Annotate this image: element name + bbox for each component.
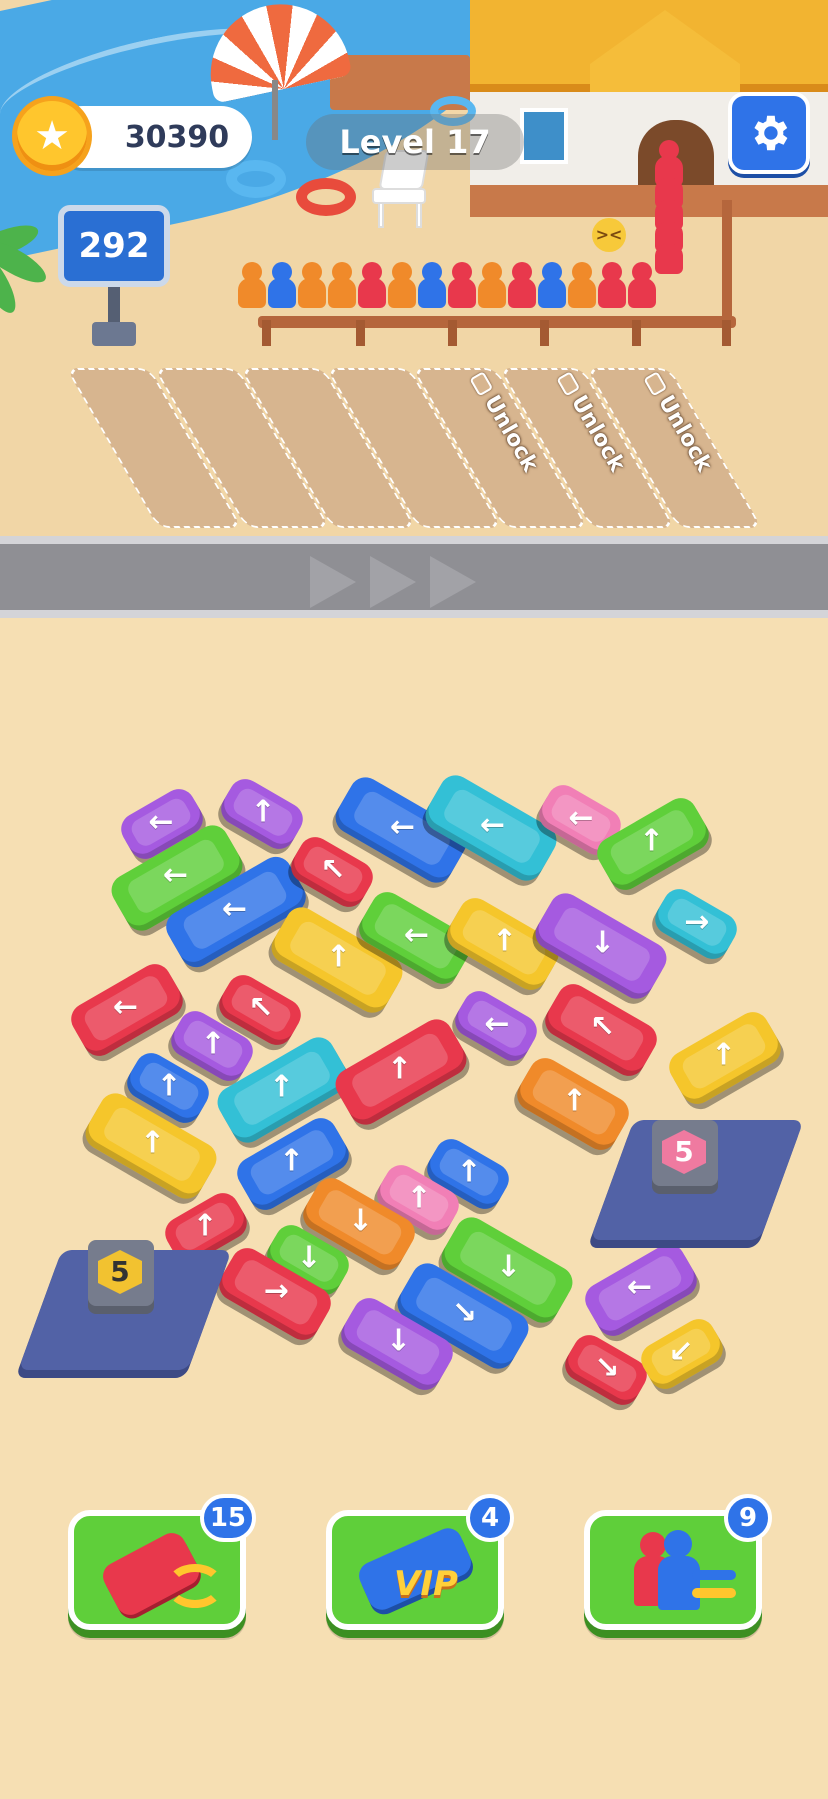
booster-count-badge: 9 <box>724 1494 772 1542</box>
direction-arrow-icon: ← <box>148 803 174 839</box>
direction-arrow-icon: ↑ <box>325 939 352 975</box>
passenger <box>328 262 356 314</box>
passenger <box>568 262 596 314</box>
passenger <box>598 262 626 314</box>
direction-arrow-icon: ↑ <box>456 1153 482 1189</box>
direction-arrow-icon: ↑ <box>386 1051 413 1087</box>
direction-arrow-icon: ↓ <box>296 1239 322 1275</box>
level-label: Level 17 <box>306 114 524 170</box>
direction-arrow-icon: ↑ <box>279 1143 305 1179</box>
passenger <box>448 262 476 314</box>
direction-arrow-icon: ↑ <box>192 1207 218 1243</box>
direction-arrow-icon: ↓ <box>385 1323 411 1359</box>
direction-arrow-icon: ← <box>221 891 248 927</box>
swap-passengers-button[interactable]: 9 <box>584 1494 772 1630</box>
direction-arrow-icon: ← <box>389 809 416 845</box>
booster-count-badge: 4 <box>466 1494 514 1542</box>
direction-arrow-icon: ← <box>162 857 189 893</box>
video-ad-icon <box>643 371 668 397</box>
direction-arrow-icon: ↓ <box>347 1203 373 1239</box>
direction-arrow-icon: ↓ <box>589 925 616 961</box>
chevron-right-icon <box>430 556 476 608</box>
passenger <box>508 262 536 314</box>
direction-arrow-icon: ↙ <box>668 1333 694 1369</box>
direction-arrow-icon: ↑ <box>200 1025 226 1061</box>
chevron-right-icon <box>370 556 416 608</box>
shuffle-cars-button[interactable]: 15 <box>68 1494 256 1630</box>
queue-rail <box>722 200 732 326</box>
direction-arrow-icon: ← <box>627 1269 653 1305</box>
direction-arrow-icon: ↑ <box>139 1125 166 1161</box>
people-swap-icon <box>612 1526 742 1616</box>
direction-arrow-icon: → <box>263 1273 289 1309</box>
passenger <box>268 262 296 314</box>
direction-arrow-icon: → <box>684 903 710 939</box>
passenger <box>538 262 566 314</box>
passenger <box>478 262 506 314</box>
direction-arrow-icon: ← <box>479 807 506 843</box>
direction-arrow-icon: ↑ <box>156 1067 182 1103</box>
video-ad-icon <box>469 371 494 397</box>
direction-arrow-icon: ↖ <box>248 989 274 1025</box>
direction-arrow-icon: ← <box>484 1005 510 1041</box>
coin-value: 30390 <box>124 120 230 155</box>
direction-arrow-icon: ↑ <box>268 1069 295 1105</box>
swim-ring <box>296 178 356 216</box>
queue-rail <box>258 316 736 328</box>
direction-arrow-icon: ↘ <box>594 1349 620 1385</box>
swim-ring <box>226 160 286 198</box>
passenger <box>238 262 266 314</box>
vip-label: VIP <box>394 1564 458 1604</box>
remaining-count-sign: 292 <box>58 205 170 287</box>
direction-arrow-icon: ↖ <box>320 851 346 887</box>
direction-arrow-icon: ← <box>403 917 429 953</box>
settings-button[interactable] <box>728 92 810 174</box>
palm-tree <box>0 218 60 320</box>
direction-arrow-icon: ↖ <box>589 1009 615 1045</box>
direction-arrow-icon: ← <box>113 989 139 1025</box>
direction-arrow-icon: ↓ <box>495 1249 522 1285</box>
video-ad-icon <box>556 371 581 397</box>
booster-count-badge: 15 <box>199 1494 256 1542</box>
passenger <box>418 262 446 314</box>
direction-arrow-icon: ↑ <box>250 793 276 829</box>
passenger <box>298 262 326 314</box>
passenger <box>358 262 386 314</box>
passenger <box>655 228 683 280</box>
direction-arrow-icon: ↑ <box>639 823 665 859</box>
gear-icon <box>754 115 788 151</box>
angry-emoji-icon: >< <box>592 218 626 252</box>
direction-arrow-icon: ↑ <box>561 1083 587 1119</box>
vip-bus-button[interactable]: VIP 4 <box>326 1494 514 1630</box>
direction-arrow-icon: ↘ <box>451 1295 478 1331</box>
star-coin-icon: ★ <box>12 96 92 176</box>
car-shuffle-icon <box>96 1526 226 1620</box>
deck <box>470 185 828 217</box>
direction-arrow-icon: ← <box>568 799 594 835</box>
beach-scene: >< Unlock Unlock Unlock 292 <box>0 0 828 540</box>
remaining-count: 292 <box>78 226 150 266</box>
direction-arrow-icon: ↑ <box>711 1037 737 1073</box>
passenger <box>388 262 416 314</box>
direction-arrow-icon: ↑ <box>406 1179 432 1215</box>
passenger <box>628 262 656 314</box>
direction-arrow-icon: ↑ <box>491 923 517 959</box>
chevron-right-icon <box>310 556 356 608</box>
